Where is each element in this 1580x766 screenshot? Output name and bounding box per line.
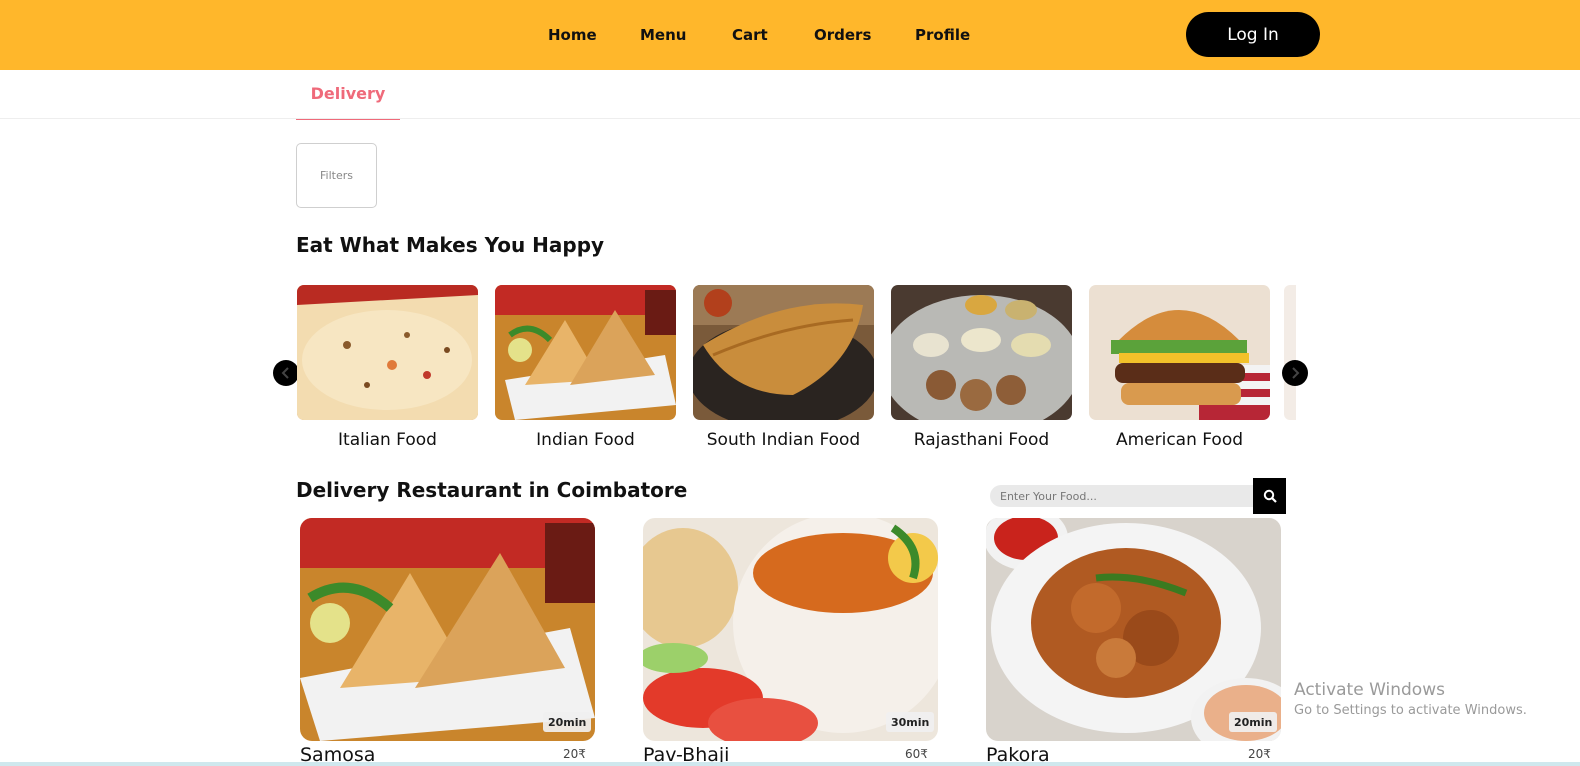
chevron-left-icon bbox=[281, 367, 289, 379]
main-nav: Home Menu Cart Orders Profile bbox=[0, 26, 1580, 50]
nav-cart[interactable]: Cart bbox=[732, 26, 768, 44]
restaurants-title: Delivery Restaurant in Coimbatore bbox=[296, 478, 688, 502]
delivery-time-badge: 30min bbox=[886, 712, 935, 732]
search-button[interactable] bbox=[1253, 478, 1286, 514]
restaurant-price: 60₹ bbox=[905, 747, 928, 761]
category-card-indian[interactable] bbox=[495, 285, 676, 420]
category-card-american[interactable] bbox=[1089, 285, 1270, 420]
login-button[interactable]: Log In bbox=[1186, 12, 1320, 57]
samosa-photo bbox=[495, 285, 676, 420]
burger-photo bbox=[1089, 285, 1270, 420]
nav-menu[interactable]: Menu bbox=[640, 26, 686, 44]
carousel-prev-button[interactable] bbox=[273, 360, 299, 386]
restaurant-card-pav-bhaji[interactable] bbox=[643, 518, 938, 741]
restaurant-card-pakora[interactable] bbox=[986, 518, 1281, 741]
pav-bhaji-photo bbox=[643, 518, 938, 741]
restaurant-card-samosa[interactable] bbox=[300, 518, 595, 741]
pizza-slice-photo bbox=[297, 285, 478, 420]
tab-delivery[interactable]: Delivery bbox=[296, 82, 400, 120]
page: Home Menu Cart Orders Profile Log In Del… bbox=[0, 0, 1580, 766]
category-label-rajasthani: Rajasthani Food bbox=[913, 430, 1050, 450]
search-icon bbox=[1263, 489, 1277, 503]
category-label-indian: Indian Food bbox=[536, 430, 635, 450]
category-card-italian[interactable] bbox=[297, 285, 478, 420]
delivery-time-badge: 20min bbox=[543, 712, 592, 732]
samosa-photo bbox=[300, 518, 595, 741]
category-label-south-indian: South Indian Food bbox=[706, 430, 861, 450]
nav-profile[interactable]: Profile bbox=[915, 26, 970, 44]
nav-orders[interactable]: Orders bbox=[814, 26, 871, 44]
dosa-photo bbox=[693, 285, 874, 420]
restaurant-price: 20₹ bbox=[563, 747, 586, 761]
category-card-rajasthani[interactable] bbox=[891, 285, 1072, 420]
chevron-right-icon bbox=[1292, 367, 1300, 379]
category-card-south-indian[interactable] bbox=[693, 285, 874, 420]
thali-photo bbox=[891, 285, 1072, 420]
category-label-italian: Italian Food bbox=[338, 430, 437, 450]
tab-divider bbox=[0, 118, 1580, 119]
pakora-photo bbox=[986, 518, 1281, 741]
restaurant-price: 20₹ bbox=[1248, 747, 1271, 761]
top-header: Home Menu Cart Orders Profile Log In bbox=[0, 0, 1580, 70]
activate-windows-title: Activate Windows bbox=[1294, 680, 1445, 700]
filters-button[interactable]: Filters bbox=[296, 143, 377, 208]
nav-home[interactable]: Home bbox=[548, 26, 597, 44]
carousel-next-button[interactable] bbox=[1282, 360, 1308, 386]
food-search-input[interactable] bbox=[990, 485, 1254, 507]
delivery-time-badge: 20min bbox=[1229, 712, 1278, 732]
activate-windows-subtitle: Go to Settings to activate Windows. bbox=[1294, 703, 1527, 718]
category-card-partial bbox=[1284, 285, 1296, 420]
bottom-edge bbox=[0, 762, 1580, 766]
categories-title: Eat What Makes You Happy bbox=[296, 233, 605, 257]
category-label-american: American Food bbox=[1115, 430, 1244, 450]
